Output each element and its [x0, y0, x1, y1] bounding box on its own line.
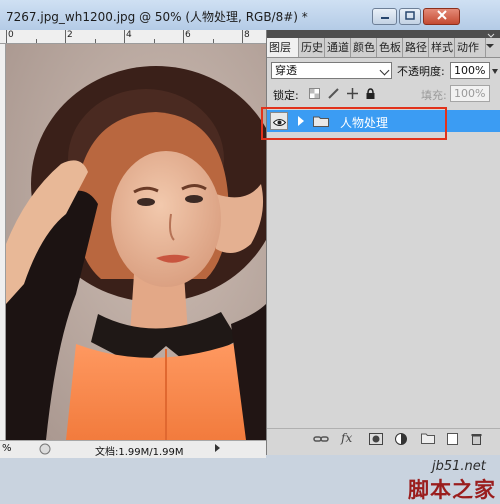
adjustment-icon[interactable] — [395, 433, 407, 448]
lock-label: 锁定: — [273, 89, 299, 102]
opacity-input[interactable]: 100% — [450, 62, 498, 79]
minimize-icon — [380, 10, 390, 23]
blend-mode-value: 穿透 — [275, 64, 297, 77]
blend-mode-select[interactable]: 穿透 — [271, 62, 392, 79]
layers-panel: 图层 历史 通道 颜色 色板 路径 样式 动作 穿透 不透明度: 100% 锁定… — [266, 30, 500, 455]
tab-color[interactable]: 颜色 — [351, 38, 377, 57]
panel-header-strip — [267, 30, 500, 38]
fill-label: 填充: — [421, 89, 447, 102]
status-arrow-icon[interactable] — [215, 444, 220, 452]
minimize-button[interactable] — [372, 8, 397, 25]
document-canvas[interactable] — [6, 44, 266, 440]
tab-swatches[interactable]: 色板 — [377, 38, 403, 57]
document-info: 文档:1.99M/1.99M — [95, 447, 184, 458]
workspace-background — [0, 458, 266, 500]
ruler-label: 0 — [8, 30, 14, 40]
zoom-level[interactable]: % — [2, 443, 12, 454]
mask-icon[interactable] — [369, 433, 383, 448]
opacity-arrow-icon[interactable] — [491, 65, 499, 80]
lock-transparency-icon[interactable] — [309, 88, 320, 99]
tab-styles[interactable]: 样式 — [429, 38, 455, 57]
new-group-icon[interactable] — [421, 433, 435, 447]
watermark-url: jb51.net — [432, 459, 486, 474]
fill-value: 100% — [454, 87, 486, 100]
tab-actions[interactable]: 动作 — [455, 38, 486, 57]
tab-paths[interactable]: 路径 — [403, 38, 429, 57]
portrait-image — [6, 44, 266, 440]
ruler-label: 8 — [244, 30, 250, 40]
panel-tabs: 图层 历史 通道 颜色 色板 路径 样式 动作 — [267, 38, 500, 58]
close-button[interactable] — [423, 8, 460, 25]
top-ruler: 0 2 4 6 8 — [0, 30, 266, 44]
panel-footer: fx — [267, 428, 500, 451]
tab-channels[interactable]: 通道 — [325, 38, 351, 57]
ruler-label: 2 — [67, 30, 73, 40]
lock-row: 锁定: 填充: 100% — [267, 85, 500, 103]
ruler-label: 6 — [185, 30, 191, 40]
restore-button[interactable] — [399, 8, 421, 25]
status-menu-icon[interactable] — [38, 442, 52, 459]
restore-icon — [405, 10, 415, 23]
status-bar: % 文档:1.99M/1.99M — [0, 440, 266, 458]
fill-input[interactable]: 100% — [450, 85, 490, 102]
lock-brush-icon[interactable] — [328, 88, 339, 99]
trash-icon[interactable] — [471, 433, 482, 448]
highlight-box — [261, 107, 447, 140]
lock-move-icon[interactable] — [347, 88, 358, 99]
lock-all-icon[interactable] — [365, 88, 376, 99]
opacity-label: 不透明度: — [397, 65, 445, 78]
ruler-label: 4 — [126, 30, 132, 40]
link-icon[interactable] — [313, 433, 329, 448]
window-title: 7267.jpg_wh1200.jpg @ 50% (人物处理, RGB/8#)… — [6, 10, 308, 24]
panel-menu-icon[interactable] — [484, 41, 497, 52]
fx-icon[interactable]: fx — [341, 431, 352, 445]
title-bar: 7267.jpg_wh1200.jpg @ 50% (人物处理, RGB/8#)… — [0, 0, 500, 30]
new-layer-icon[interactable] — [447, 433, 458, 448]
tab-layers[interactable]: 图层 — [267, 38, 299, 57]
close-icon — [436, 10, 447, 23]
chevron-down-icon — [379, 65, 390, 76]
opacity-value: 100% — [454, 64, 486, 77]
tab-history[interactable]: 历史 — [299, 38, 325, 57]
